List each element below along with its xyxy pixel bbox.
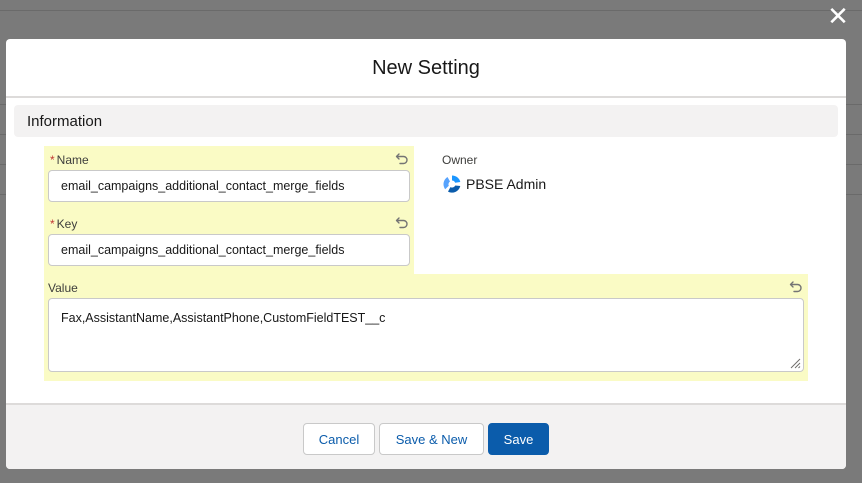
- modal-title: New Setting: [372, 57, 480, 79]
- close-icon[interactable]: ✕: [826, 3, 850, 29]
- user-avatar-icon: [443, 175, 461, 193]
- key-field-label: * Key: [50, 217, 78, 231]
- owner-name-link[interactable]: PBSE Admin: [466, 176, 546, 192]
- key-input[interactable]: email_campaigns_additional_contact_merge…: [48, 234, 410, 266]
- section-header-information[interactable]: Information: [14, 105, 838, 137]
- required-indicator: *: [50, 217, 55, 231]
- resize-handle-icon[interactable]: [789, 357, 801, 369]
- save-and-new-button[interactable]: Save & New: [379, 423, 484, 455]
- value-field-label: Value: [48, 281, 78, 295]
- value-text: Fax,AssistantName,AssistantPhone,CustomF…: [61, 311, 386, 325]
- value-textarea[interactable]: Fax,AssistantName,AssistantPhone,CustomF…: [48, 298, 804, 372]
- undo-icon[interactable]: [395, 151, 409, 165]
- modal-footer: Cancel Save & New Save: [6, 403, 846, 469]
- section-title: Information: [27, 112, 103, 130]
- name-field-label: * Name: [50, 153, 89, 167]
- key-field-container: * Key email_campaigns_additional_contact_…: [44, 210, 414, 274]
- name-input[interactable]: email_campaigns_additional_contact_merge…: [48, 170, 410, 202]
- value-field-container: Value Fax,AssistantName,AssistantPhone,C…: [44, 274, 808, 381]
- undo-icon[interactable]: [395, 215, 409, 229]
- undo-icon[interactable]: [789, 279, 803, 293]
- name-field-container: * Name email_campaigns_additional_contact…: [44, 146, 414, 210]
- owner-label: Owner: [442, 153, 478, 167]
- required-indicator: *: [50, 153, 55, 167]
- new-setting-modal: New Setting Information * Name email_camp…: [6, 39, 846, 469]
- save-button[interactable]: Save: [488, 423, 549, 455]
- cancel-button[interactable]: Cancel: [303, 423, 375, 455]
- owner-field: PBSE Admin: [442, 174, 546, 194]
- modal-header: New Setting: [6, 39, 846, 98]
